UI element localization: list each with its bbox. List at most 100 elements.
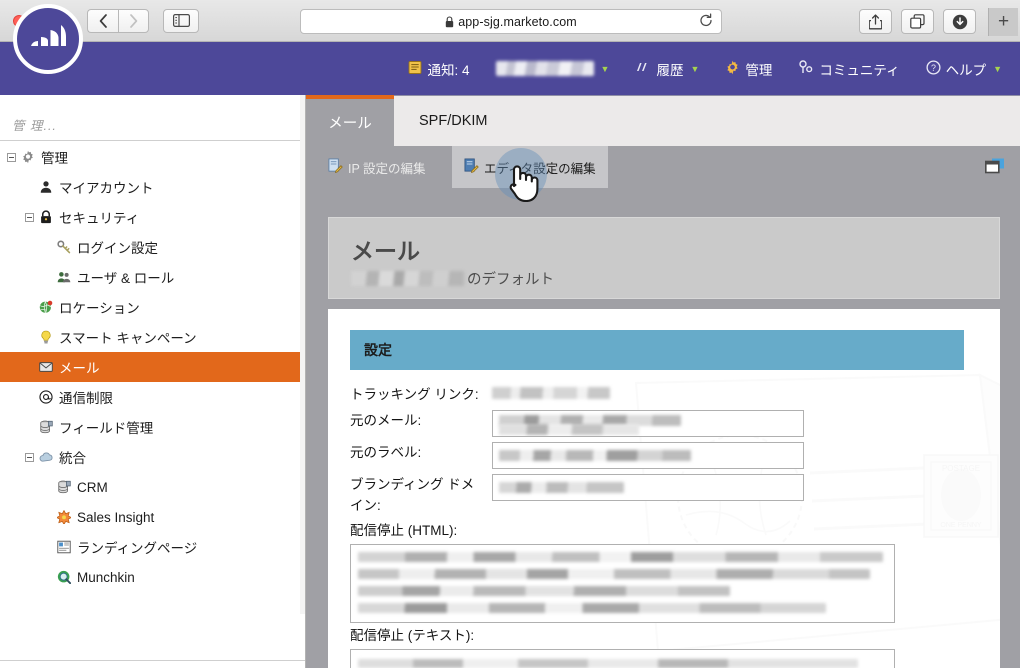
sidebar-item-11[interactable]: CRM	[0, 472, 305, 502]
nav-community[interactable]: コミュニティ	[798, 59, 900, 79]
users-icon	[54, 270, 74, 284]
user-name-redacted	[495, 61, 594, 76]
sidebar-item-label: ユーザ & ロール	[77, 271, 175, 286]
share-button[interactable]	[859, 9, 892, 34]
field-unsubscribe-html: 配信停止 (HTML):	[350, 521, 964, 623]
sidebar-item-8[interactable]: 通信制限	[0, 382, 305, 412]
edit-ip-settings-button[interactable]: IP 設定の編集	[316, 146, 438, 188]
field-value	[492, 410, 964, 437]
from-email-input[interactable]	[492, 410, 804, 437]
unsub-html-redacted-4	[358, 603, 826, 613]
sidebar-item-label: スマート キャンペーン	[59, 331, 197, 346]
sidebar-item-9[interactable]: フィールド管理	[0, 412, 305, 442]
sidebar-item-label: マイアカウント	[59, 181, 154, 196]
field-label: トラッキング リンク:	[350, 387, 479, 402]
minus-box-icon	[7, 152, 16, 162]
unsubscribe-html-textarea[interactable]	[350, 544, 895, 623]
sidebar-item-10[interactable]: 統合	[0, 442, 305, 472]
workspace-name-redacted	[351, 271, 464, 286]
nav-admin-label: 管理	[745, 62, 773, 78]
sidebar-item-0[interactable]: 管理	[0, 142, 305, 172]
edit-ip-settings-label: IP 設定の編集	[348, 161, 426, 176]
sidebar-item-label: ログイン設定	[77, 241, 158, 256]
edit-editor-settings-label: エディタ設定の編集	[484, 161, 596, 176]
new-tab-button[interactable]: +	[988, 8, 1018, 36]
svg-text:?: ?	[931, 62, 936, 72]
nav-help-label: ヘルプ	[945, 62, 987, 78]
browser-toolbar: app-sjg.marketo.com +	[0, 0, 1020, 42]
edit-editor-settings-button[interactable]: エディタ設定の編集	[452, 146, 608, 188]
app-root: app-sjg.marketo.com + 通知: 4 ▼ 履歴 ▼ 管理 コミ…	[0, 0, 1020, 668]
back-button[interactable]	[87, 8, 118, 33]
sidebar-search[interactable]: 管 理...	[0, 95, 305, 141]
sidebar-item-6[interactable]: スマート キャンペーン	[0, 322, 305, 352]
settings-card: POSTAGE ONE PENNY 設定 トラッキング リンク: 元のメール: …	[328, 309, 1000, 668]
downloads-button[interactable]	[943, 9, 976, 34]
settings-section: 設定 トラッキング リンク: 元のメール: 元のラベル: ブランディング ドメイ…	[350, 330, 964, 668]
sidebar-item-1[interactable]: マイアカウント	[0, 172, 305, 202]
navigation-buttons	[87, 8, 149, 33]
tab-strip: メール SPF/DKIM	[306, 95, 1020, 146]
nav-admin[interactable]: 管理	[725, 59, 772, 79]
from-label-input[interactable]	[492, 442, 804, 469]
sidebar-item-13[interactable]: ランディングページ	[0, 532, 305, 562]
sidebar-item-5[interactable]: ロケーション	[0, 292, 305, 322]
sidebar-item-14[interactable]: Munchkin	[0, 562, 305, 592]
gear-icon	[18, 150, 38, 164]
nav-history-label: 履歴	[656, 62, 684, 78]
panel-toggle-icon[interactable]	[985, 158, 1005, 175]
address-bar[interactable]: app-sjg.marketo.com	[300, 9, 722, 34]
sidebar-toggle-button[interactable]	[163, 8, 199, 33]
url-text: app-sjg.marketo.com	[458, 14, 577, 29]
forward-button[interactable]	[118, 8, 149, 33]
tree-collapse-toggle[interactable]	[23, 212, 36, 222]
content-scroll-area: メール のデフォルト POSTAGE ONE PENNY 設定 トラッキング リ…	[306, 188, 1020, 668]
field-label: ブランディング ドメイン:	[350, 477, 475, 513]
sidebar-item-3[interactable]: ログイン設定	[0, 232, 305, 262]
chevron-down-icon: ▼	[690, 63, 700, 74]
marketo-header: 通知: 4 ▼ 履歴 ▼ 管理 コミュニティ ? ヘルプ ▼	[0, 42, 1020, 95]
chevron-down-icon: ▼	[600, 63, 610, 74]
top-navigation: 通知: 4 ▼ 履歴 ▼ 管理 コミュニティ ? ヘルプ ▼	[408, 42, 1020, 95]
sidebar-item-7[interactable]: メール	[0, 352, 305, 382]
unsubscribe-text-textarea[interactable]	[350, 649, 895, 668]
tab-spf-dkim[interactable]: SPF/DKIM	[394, 95, 1020, 146]
branding-domain-input[interactable]	[492, 474, 804, 501]
sidebar-item-label: セキュリティ	[59, 211, 140, 226]
field-value	[492, 384, 964, 405]
admin-tree: 管理マイアカウント セキュリティログイン設定ユーザ & ロールロケーションスマート…	[0, 142, 305, 661]
globe-icon	[36, 300, 56, 314]
cloud-icon	[36, 450, 56, 464]
field-from-email: 元のメール:	[350, 410, 964, 437]
unsub-html-redacted-1	[358, 552, 883, 562]
marketo-logo[interactable]	[13, 4, 83, 74]
chevron-down-icon: ▼	[993, 63, 1002, 74]
nav-user-menu[interactable]: ▼	[495, 61, 610, 76]
nav-help[interactable]: ? ヘルプ ▼	[926, 59, 1002, 79]
reload-icon[interactable]	[699, 12, 713, 30]
sidebar-item-2[interactable]: セキュリティ	[0, 202, 305, 232]
field-from-label: 元のラベル:	[350, 442, 964, 469]
star-burst-icon	[54, 510, 74, 524]
sidebar-item-label: Munchkin	[77, 569, 135, 585]
tree-collapse-toggle[interactable]	[5, 152, 18, 162]
database-icon	[36, 420, 56, 434]
tab-overview-button[interactable]	[901, 9, 934, 34]
nav-history[interactable]: 履歴 ▼	[635, 59, 699, 79]
unsub-html-redacted-3	[358, 586, 730, 596]
sidebar-item-4[interactable]: ユーザ & ロール	[0, 262, 305, 292]
community-icon	[798, 59, 814, 78]
field-label: 元のメール:	[350, 413, 422, 428]
sidebar-item-label: Sales Insight	[77, 509, 155, 525]
help-icon: ?	[926, 59, 941, 78]
sidebar-scrollbar[interactable]	[300, 95, 305, 614]
munchkin-icon	[54, 570, 74, 584]
sidebar-item-label: メール	[59, 361, 100, 376]
tree-collapse-toggle[interactable]	[23, 452, 36, 462]
tab-email[interactable]: メール	[306, 95, 394, 146]
sidebar-item-label: 統合	[59, 451, 86, 466]
nav-notifications[interactable]: 通知: 4	[408, 59, 470, 79]
sidebar-item-12[interactable]: Sales Insight	[0, 502, 305, 532]
page-header-box: メール のデフォルト	[328, 217, 1000, 299]
sidebar-item-label: 通信制限	[59, 391, 113, 406]
